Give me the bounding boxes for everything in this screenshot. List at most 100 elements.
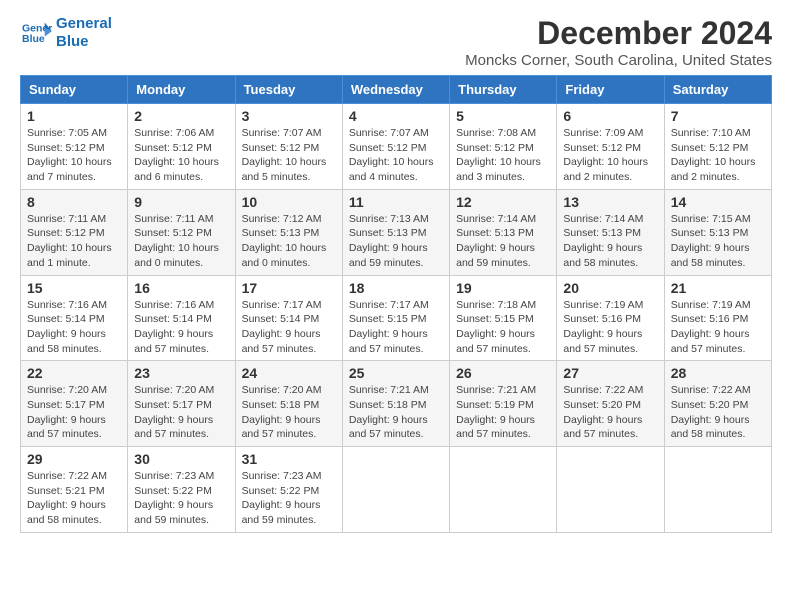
calendar-header-sunday: Sunday (21, 76, 128, 104)
day-number: 19 (456, 280, 550, 296)
day-number: 3 (242, 108, 336, 124)
day-info: Sunrise: 7:22 AMSunset: 5:20 PMDaylight:… (671, 383, 765, 442)
day-info: Sunrise: 7:20 AMSunset: 5:18 PMDaylight:… (242, 383, 336, 442)
day-info: Sunrise: 7:09 AMSunset: 5:12 PMDaylight:… (563, 126, 657, 185)
day-number: 21 (671, 280, 765, 296)
calendar-header-tuesday: Tuesday (235, 76, 342, 104)
calendar-cell: 6 Sunrise: 7:09 AMSunset: 5:12 PMDaylight… (557, 104, 664, 190)
day-number: 5 (456, 108, 550, 124)
calendar-cell: 3 Sunrise: 7:07 AMSunset: 5:12 PMDaylight… (235, 104, 342, 190)
svg-text:Blue: Blue (22, 33, 45, 45)
day-number: 2 (134, 108, 228, 124)
day-info: Sunrise: 7:22 AMSunset: 5:20 PMDaylight:… (563, 383, 657, 442)
month-year-title: December 2024 (465, 15, 772, 52)
day-number: 25 (349, 365, 443, 381)
day-number: 8 (27, 194, 121, 210)
calendar-week-2: 8 Sunrise: 7:11 AMSunset: 5:12 PMDaylight… (21, 189, 772, 275)
day-info: Sunrise: 7:21 AMSunset: 5:19 PMDaylight:… (456, 383, 550, 442)
calendar-cell: 13Sunrise: 7:14 AMSunset: 5:13 PMDayligh… (557, 189, 664, 275)
day-number: 31 (242, 451, 336, 467)
day-number: 1 (27, 108, 121, 124)
calendar-cell: 9 Sunrise: 7:11 AMSunset: 5:12 PMDaylight… (128, 189, 235, 275)
day-info: Sunrise: 7:23 AMSunset: 5:22 PMDaylight:… (134, 469, 228, 528)
day-info: Sunrise: 7:22 AMSunset: 5:21 PMDaylight:… (27, 469, 121, 528)
calendar-week-4: 22 Sunrise: 7:20 AMSunset: 5:17 PMDayligh… (21, 361, 772, 447)
day-number: 16 (134, 280, 228, 296)
calendar-cell: 22 Sunrise: 7:20 AMSunset: 5:17 PMDayligh… (21, 361, 128, 447)
day-info: Sunrise: 7:07 AMSunset: 5:12 PMDaylight:… (349, 126, 443, 185)
day-number: 9 (134, 194, 228, 210)
day-info: Sunrise: 7:15 AMSunset: 5:13 PMDaylight:… (671, 212, 765, 271)
calendar-cell: 17 Sunrise: 7:17 AMSunset: 5:14 PMDayligh… (235, 275, 342, 361)
calendar-cell (450, 447, 557, 533)
day-number: 24 (242, 365, 336, 381)
day-info: Sunrise: 7:08 AMSunset: 5:12 PMDaylight:… (456, 126, 550, 185)
calendar-header-friday: Friday (557, 76, 664, 104)
calendar-week-3: 15 Sunrise: 7:16 AMSunset: 5:14 PMDayligh… (21, 275, 772, 361)
day-info: Sunrise: 7:20 AMSunset: 5:17 PMDaylight:… (27, 383, 121, 442)
calendar-week-5: 29 Sunrise: 7:22 AMSunset: 5:21 PMDayligh… (21, 447, 772, 533)
day-number: 29 (27, 451, 121, 467)
calendar-cell: 16 Sunrise: 7:16 AMSunset: 5:14 PMDayligh… (128, 275, 235, 361)
day-number: 10 (242, 194, 336, 210)
page-header: General Blue General Blue December 2024 … (20, 15, 772, 69)
day-info: Sunrise: 7:11 AMSunset: 5:12 PMDaylight:… (27, 212, 121, 271)
day-number: 12 (456, 194, 550, 210)
day-info: Sunrise: 7:10 AMSunset: 5:12 PMDaylight:… (671, 126, 765, 185)
calendar-cell (664, 447, 771, 533)
day-number: 6 (563, 108, 657, 124)
day-info: Sunrise: 7:23 AMSunset: 5:22 PMDaylight:… (242, 469, 336, 528)
day-number: 20 (563, 280, 657, 296)
day-number: 23 (134, 365, 228, 381)
day-number: 15 (27, 280, 121, 296)
day-info: Sunrise: 7:19 AMSunset: 5:16 PMDaylight:… (671, 298, 765, 357)
calendar-cell: 15 Sunrise: 7:16 AMSunset: 5:14 PMDayligh… (21, 275, 128, 361)
calendar-cell: 24 Sunrise: 7:20 AMSunset: 5:18 PMDayligh… (235, 361, 342, 447)
calendar-cell: 20 Sunrise: 7:19 AMSunset: 5:16 PMDayligh… (557, 275, 664, 361)
day-info: Sunrise: 7:05 AMSunset: 5:12 PMDaylight:… (27, 126, 121, 185)
day-info: Sunrise: 7:20 AMSunset: 5:17 PMDaylight:… (134, 383, 228, 442)
calendar-cell: 28 Sunrise: 7:22 AMSunset: 5:20 PMDayligh… (664, 361, 771, 447)
day-info: Sunrise: 7:11 AMSunset: 5:12 PMDaylight:… (134, 212, 228, 271)
day-info: Sunrise: 7:07 AMSunset: 5:12 PMDaylight:… (242, 126, 336, 185)
calendar-cell (342, 447, 449, 533)
day-info: Sunrise: 7:21 AMSunset: 5:18 PMDaylight:… (349, 383, 443, 442)
calendar-cell: 23 Sunrise: 7:20 AMSunset: 5:17 PMDayligh… (128, 361, 235, 447)
day-number: 30 (134, 451, 228, 467)
day-info: Sunrise: 7:17 AMSunset: 5:14 PMDaylight:… (242, 298, 336, 357)
calendar-cell: 5 Sunrise: 7:08 AMSunset: 5:12 PMDaylight… (450, 104, 557, 190)
title-section: December 2024 Moncks Corner, South Carol… (465, 15, 772, 69)
day-info: Sunrise: 7:16 AMSunset: 5:14 PMDaylight:… (134, 298, 228, 357)
calendar-header-monday: Monday (128, 76, 235, 104)
logo-text: General Blue (56, 15, 112, 51)
calendar-cell: 21 Sunrise: 7:19 AMSunset: 5:16 PMDayligh… (664, 275, 771, 361)
calendar-cell: 25 Sunrise: 7:21 AMSunset: 5:18 PMDayligh… (342, 361, 449, 447)
calendar-header-saturday: Saturday (664, 76, 771, 104)
day-info: Sunrise: 7:16 AMSunset: 5:14 PMDaylight:… (27, 298, 121, 357)
calendar-week-1: 1 Sunrise: 7:05 AMSunset: 5:12 PMDaylight… (21, 104, 772, 190)
day-number: 13 (563, 194, 657, 210)
calendar-cell: 14 Sunrise: 7:15 AMSunset: 5:13 PMDayligh… (664, 189, 771, 275)
day-info: Sunrise: 7:14 AMSunset: 5:13 PMDaylight:… (456, 212, 550, 271)
day-info: Sunrise: 7:06 AMSunset: 5:12 PMDaylight:… (134, 126, 228, 185)
day-number: 27 (563, 365, 657, 381)
day-number: 7 (671, 108, 765, 124)
day-number: 17 (242, 280, 336, 296)
day-info: Sunrise: 7:13 AMSunset: 5:13 PMDaylight:… (349, 212, 443, 271)
calendar-table: SundayMondayTuesdayWednesdayThursdayFrid… (20, 75, 772, 533)
calendar-cell: 1 Sunrise: 7:05 AMSunset: 5:12 PMDaylight… (21, 104, 128, 190)
day-number: 4 (349, 108, 443, 124)
day-number: 28 (671, 365, 765, 381)
location-subtitle: Moncks Corner, South Carolina, United St… (465, 52, 772, 69)
calendar-cell: 31 Sunrise: 7:23 AMSunset: 5:22 PMDayligh… (235, 447, 342, 533)
calendar-cell: 27 Sunrise: 7:22 AMSunset: 5:20 PMDayligh… (557, 361, 664, 447)
logo-icon: General Blue (20, 19, 52, 47)
calendar-cell: 30 Sunrise: 7:23 AMSunset: 5:22 PMDayligh… (128, 447, 235, 533)
day-number: 11 (349, 194, 443, 210)
day-number: 22 (27, 365, 121, 381)
day-info: Sunrise: 7:19 AMSunset: 5:16 PMDaylight:… (563, 298, 657, 357)
calendar-cell: 4 Sunrise: 7:07 AMSunset: 5:12 PMDaylight… (342, 104, 449, 190)
calendar-cell: 8 Sunrise: 7:11 AMSunset: 5:12 PMDaylight… (21, 189, 128, 275)
day-number: 14 (671, 194, 765, 210)
calendar-header-thursday: Thursday (450, 76, 557, 104)
